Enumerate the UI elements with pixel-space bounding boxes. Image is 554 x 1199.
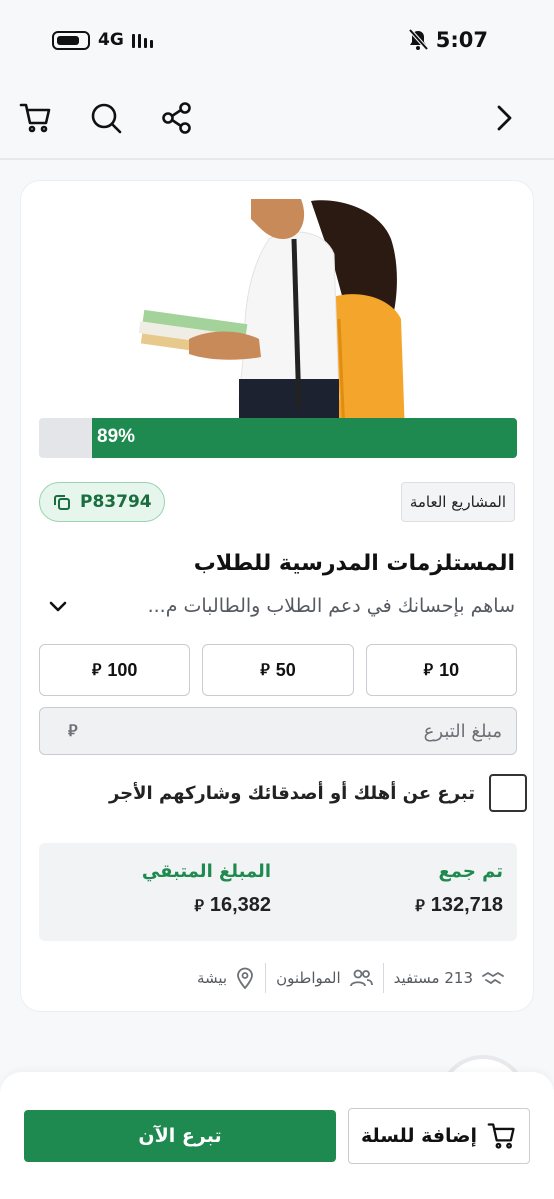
preset-amounts: ⃁ 100 ⃁ 50 ⃁ 10 xyxy=(39,644,517,696)
project-image xyxy=(39,199,517,435)
riyal-icon: ⃁ xyxy=(91,662,102,679)
progress-label: 89% xyxy=(97,426,136,447)
battery-icon xyxy=(52,30,90,50)
add-to-cart-label: إضافة للسلة xyxy=(360,1125,478,1147)
audience-item: المواطنون xyxy=(266,968,383,988)
description-row[interactable]: ساهم بإحسانك في دعم الطلاب والطالبات م..… xyxy=(39,589,515,623)
project-code: P83794 xyxy=(80,492,152,512)
project-code-badge[interactable]: P83794 xyxy=(39,482,165,522)
amount-button-100[interactable]: ⃁ 100 xyxy=(39,644,191,696)
bottom-action-bar: تبرع الآن إضافة للسلة xyxy=(0,1072,554,1199)
search-icon[interactable] xyxy=(86,98,126,138)
location-pin-icon xyxy=(237,967,253,989)
bell-muted-icon xyxy=(408,29,428,51)
audience-text: المواطنون xyxy=(276,969,341,987)
gift-label: تبرع عن أهلك أو أصدقائك وشاركهم الأجر xyxy=(108,782,475,804)
amount-value: 50 xyxy=(275,659,296,680)
riyal-icon: ⃁ xyxy=(423,662,434,679)
add-to-cart-button[interactable]: إضافة للسلة xyxy=(348,1108,530,1164)
cart-icon xyxy=(487,1123,515,1149)
users-icon xyxy=(349,969,373,987)
amount-button-50[interactable]: ⃁ 50 xyxy=(202,644,354,696)
handshake-icon xyxy=(482,971,504,985)
location-item: بيشة xyxy=(187,967,265,989)
riyal-icon: ⃁ xyxy=(415,897,425,915)
signal-icon xyxy=(131,32,153,48)
project-description: ساهم بإحسانك في دعم الطلاب والطالبات م..… xyxy=(147,595,515,617)
category-tag[interactable]: المشاريع العامة xyxy=(400,482,515,522)
status-left: 4G xyxy=(52,30,153,50)
beneficiaries-item: 213 مستفيد xyxy=(384,968,515,988)
donate-now-button[interactable]: تبرع الآن xyxy=(24,1110,336,1162)
remaining-amount: ⃁ 16,382 xyxy=(142,894,271,917)
chevron-down-icon[interactable] xyxy=(47,595,69,617)
remaining-value: 16,382 xyxy=(209,894,271,916)
project-title: المستلزمات المدرسية للطلاب xyxy=(193,551,515,576)
funding-progress-bar: 89% xyxy=(39,418,517,458)
gift-checkbox[interactable] xyxy=(489,774,527,812)
beneficiaries-text: 213 مستفيد xyxy=(393,969,473,987)
status-right: 5:07 xyxy=(408,28,488,52)
clock: 5:07 xyxy=(435,28,488,52)
cart-icon[interactable] xyxy=(16,98,56,138)
collected-value: 132,718 xyxy=(430,894,503,916)
chevron-right-icon[interactable] xyxy=(484,98,524,138)
network-type: 4G xyxy=(98,30,124,50)
funding-stats: تم جمع ⃁ 132,718 المبلغ المتبقي ⃁ 16,382 xyxy=(39,843,517,941)
remaining-label: المبلغ المتبقي xyxy=(141,861,271,882)
project-card: 89% P83794 المشاريع العامة المستلزمات ال… xyxy=(20,180,534,1012)
project-meta: بيشة المواطنون 213 مستفيد xyxy=(39,963,515,993)
top-toolbar xyxy=(0,80,554,160)
remaining-stat: المبلغ المتبقي ⃁ 16,382 xyxy=(142,861,271,917)
riyal-icon: ⃁ xyxy=(260,662,270,679)
riyal-icon: ⃁ xyxy=(68,721,78,740)
collected-stat: تم جمع ⃁ 132,718 xyxy=(415,861,503,917)
status-bar: 4G 5:07 xyxy=(0,0,554,80)
progress-fill xyxy=(91,418,517,458)
donation-amount-field[interactable]: ⃁ xyxy=(39,707,517,755)
location-text: بيشة xyxy=(196,969,228,987)
gift-donation-row[interactable]: تبرع عن أهلك أو أصدقائك وشاركهم الأجر xyxy=(109,774,527,812)
collected-label: تم جمع xyxy=(438,861,503,882)
amount-value: 10 xyxy=(439,659,460,680)
collected-amount: ⃁ 132,718 xyxy=(415,894,503,917)
riyal-icon: ⃁ xyxy=(194,897,204,915)
donation-amount-input[interactable] xyxy=(77,720,502,742)
share-icon[interactable] xyxy=(157,98,197,138)
copy-icon xyxy=(54,495,70,510)
amount-button-10[interactable]: ⃁ 10 xyxy=(365,644,517,696)
amount-value: 100 xyxy=(107,659,138,680)
